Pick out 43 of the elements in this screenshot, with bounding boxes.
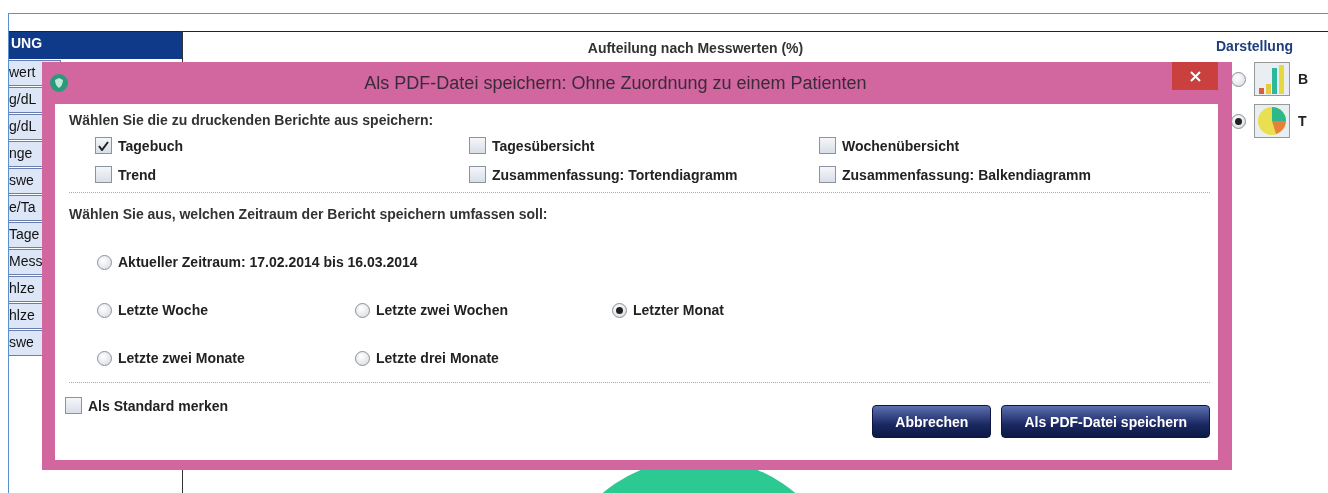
sidebar-header: UNG bbox=[9, 31, 182, 59]
radio-label: Letzte zwei Wochen bbox=[376, 302, 508, 318]
option-label: B bbox=[1298, 71, 1309, 87]
checkbox-label: Tagebuch bbox=[118, 137, 184, 154]
close-button[interactable] bbox=[1172, 62, 1218, 90]
cancel-button[interactable]: Abbrechen bbox=[872, 405, 992, 438]
checkbox-label: Trend bbox=[118, 166, 157, 183]
radio-dot bbox=[1235, 117, 1242, 125]
checkbox[interactable] bbox=[469, 137, 486, 154]
checkbox-label: Zusammenfassung: Balkendiagramm bbox=[842, 166, 1091, 183]
checkbox[interactable] bbox=[95, 166, 112, 183]
checkbox[interactable] bbox=[469, 166, 486, 183]
radio-label: Letzter Monat bbox=[633, 302, 724, 318]
checkbox[interactable] bbox=[65, 397, 82, 414]
radio-button[interactable] bbox=[97, 254, 112, 270]
radio-button[interactable] bbox=[355, 302, 370, 318]
save-button[interactable]: Als PDF-Datei speichern bbox=[1001, 405, 1210, 438]
radio-button[interactable] bbox=[355, 350, 370, 366]
close-icon bbox=[1189, 70, 1201, 82]
section-heading: Wählen Sie die zu druckenden Berichte aus speichern: bbox=[69, 112, 435, 128]
chart-title: Aufteilung nach Messwerten (%) bbox=[587, 40, 804, 56]
section-heading: Wählen Sie aus, welchen Zeitraum der Bericht speichern umfassen soll: bbox=[69, 206, 549, 222]
checkbox-label: Tagesübersicht bbox=[492, 137, 595, 154]
radio-dot bbox=[616, 306, 623, 314]
radio-label: Aktueller Zeitraum: 17.02.2014 bis 16.03.2014 bbox=[118, 254, 418, 270]
bar-chart-icon bbox=[1254, 62, 1290, 96]
radio-label: Letzte Woche bbox=[118, 302, 208, 318]
option-label: T bbox=[1298, 113, 1307, 129]
checkbox[interactable] bbox=[819, 137, 836, 154]
display-title: Darstellung bbox=[1216, 38, 1294, 54]
checkbox[interactable] bbox=[819, 166, 836, 183]
radio-button[interactable] bbox=[97, 302, 112, 318]
radio-button[interactable] bbox=[612, 302, 627, 318]
shield-icon bbox=[49, 73, 69, 93]
dialog-title: Als PDF-Datei speichern: Ohne Zuordnung zu einem Patienten bbox=[363, 72, 868, 94]
pie-chart-icon bbox=[1254, 104, 1290, 138]
radio-button[interactable] bbox=[97, 350, 112, 366]
checkbox-label: Als Standard merken bbox=[88, 397, 229, 414]
checkbox-label: Zusammenfassung: Tortendiagramm bbox=[492, 166, 738, 183]
checkbox[interactable] bbox=[95, 137, 112, 154]
checkbox-label: Wochenübersicht bbox=[842, 137, 960, 154]
radio-label: Letzte drei Monate bbox=[376, 350, 499, 366]
radio-label: Letzte zwei Monate bbox=[118, 350, 245, 366]
